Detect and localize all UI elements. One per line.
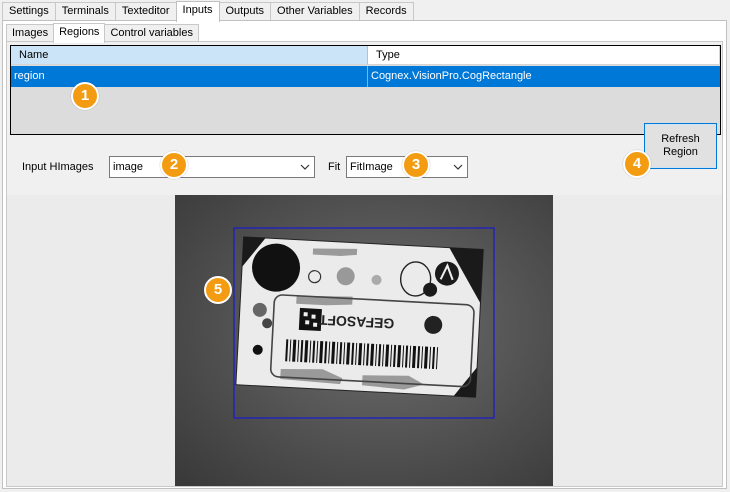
grid-header: Name Type: [11, 46, 720, 65]
chevron-down-icon: [300, 164, 310, 170]
tab-settings[interactable]: Settings: [2, 2, 56, 21]
input-images-value: image: [113, 161, 143, 173]
tab-other-variables[interactable]: Other Variables: [270, 2, 360, 21]
subtab-images[interactable]: Images: [6, 24, 55, 42]
fit-value: FitImage: [350, 161, 393, 173]
fit-label: Fit: [328, 161, 341, 173]
chevron-down-icon: [453, 164, 463, 170]
subtab-regions[interactable]: Regions: [53, 23, 106, 43]
image-viewer[interactable]: GEFASOFT: [175, 195, 553, 486]
main-tab-bar: Settings Terminals Texteditor Inputs Out…: [2, 1, 414, 22]
card-image: GEFASOFT: [235, 236, 484, 398]
table-row[interactable]: region Cognex.VisionPro.CogRectangle: [11, 66, 720, 87]
refresh-region-button[interactable]: Refresh Region: [644, 123, 717, 169]
tab-terminals[interactable]: Terminals: [54, 2, 116, 21]
callout-badge-2: 2: [160, 151, 188, 179]
tab-outputs[interactable]: Outputs: [218, 2, 272, 21]
column-header-name[interactable]: Name: [11, 46, 368, 65]
callout-badge-3: 3: [402, 151, 430, 179]
tab-texteditor[interactable]: Texteditor: [114, 2, 177, 21]
refresh-region-label-line1: Refresh: [661, 133, 700, 145]
refresh-region-label-line2: Region: [663, 146, 698, 158]
callout-badge-1: 1: [71, 82, 99, 110]
tab-records[interactable]: Records: [358, 2, 414, 21]
callout-badge-4: 4: [623, 150, 651, 178]
input-images-dropdown[interactable]: image: [109, 156, 315, 178]
column-header-type[interactable]: Type: [368, 46, 720, 65]
regions-grid[interactable]: Name Type region Cognex.VisionPro.CogRec…: [10, 45, 721, 135]
input-images-label: Input HImages: [22, 161, 94, 173]
sub-tab-bar: Images Regions Control variables: [6, 23, 199, 43]
callout-badge-5: 5: [204, 276, 232, 304]
tab-inputs[interactable]: Inputs: [175, 1, 220, 22]
cell-region-name[interactable]: region: [11, 66, 368, 87]
cell-region-type[interactable]: Cognex.VisionPro.CogRectangle: [368, 66, 720, 87]
subtab-control-variables[interactable]: Control variables: [104, 24, 199, 42]
